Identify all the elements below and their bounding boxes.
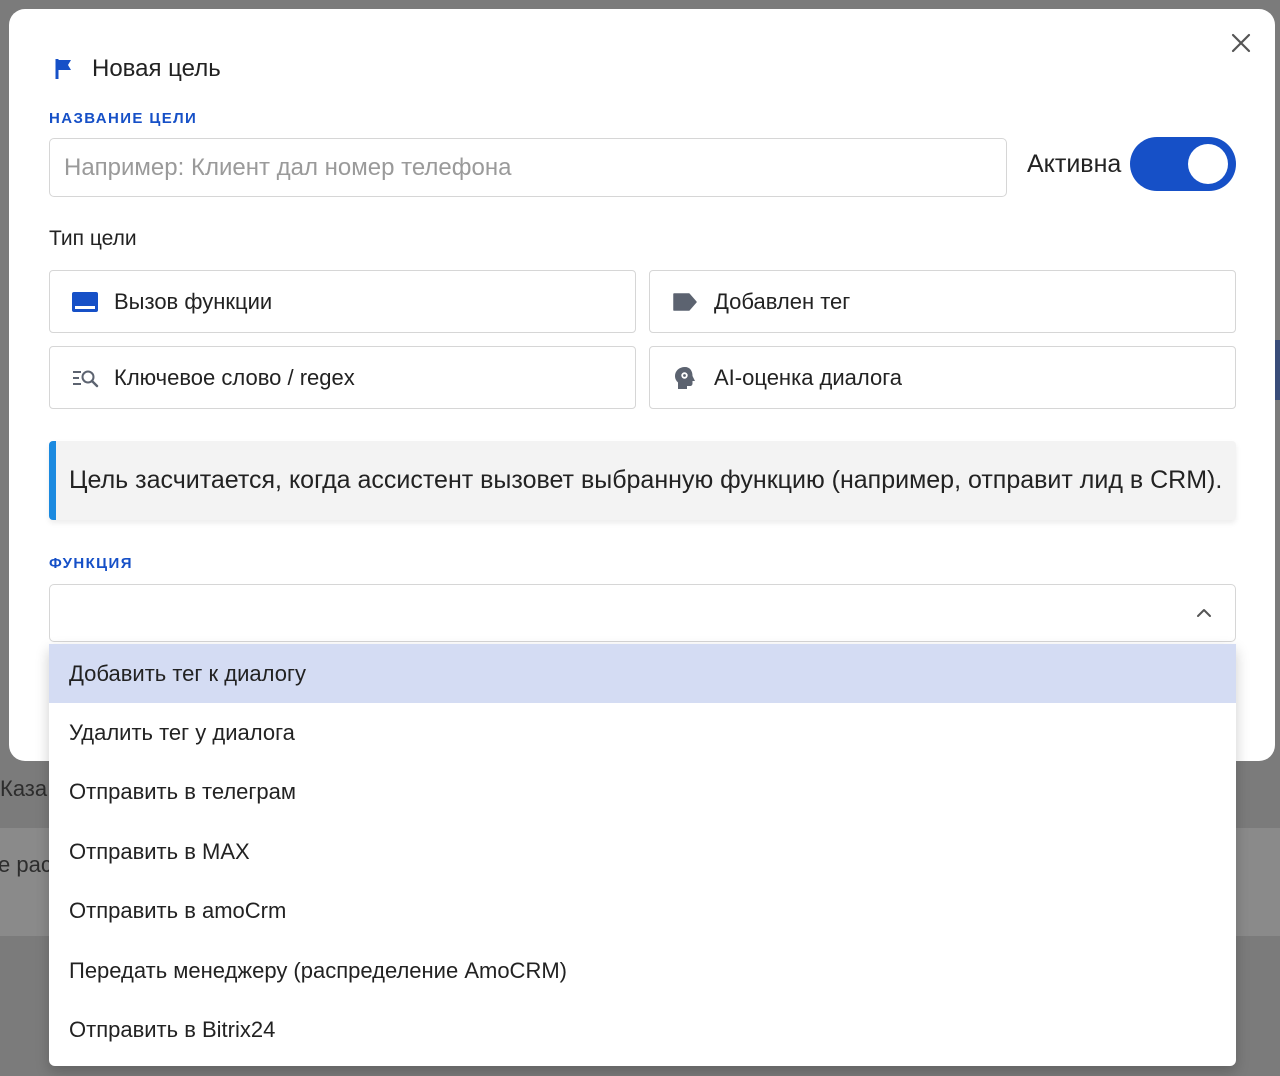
goal-type-label-text: Вызов функции [114, 288, 273, 314]
active-label: Активна [1027, 149, 1122, 178]
background-text-fragment: е рас [0, 852, 52, 877]
goal-type-label-text: AI-оценка диалога [714, 364, 902, 390]
function-select[interactable] [49, 584, 1236, 642]
goal-name-label: НАЗВАНИЕ ЦЕЛИ [49, 110, 198, 127]
goal-name-input[interactable] [49, 138, 1007, 197]
keyword-search-icon [70, 363, 100, 393]
tag-icon [670, 287, 700, 317]
background-text-fragment: Каза [0, 776, 48, 801]
goal-type-function-call[interactable]: Вызов функции [49, 270, 636, 333]
function-option[interactable]: Отправить в amoCrm [49, 882, 1236, 941]
function-option[interactable]: Отправить в MAX [49, 822, 1236, 881]
function-window-icon [70, 287, 100, 317]
ai-head-icon [670, 363, 700, 393]
function-option[interactable]: Удалить тег у диалога [49, 703, 1236, 762]
modal-header: Новая цель [52, 55, 221, 83]
info-text: Цель засчитается, когда ассистент вызове… [69, 466, 1223, 494]
goal-type-label-text: Добавлен тег [714, 288, 851, 314]
goal-type-info-alert: Цель засчитается, когда ассистент вызове… [49, 441, 1236, 520]
goal-type-tag-added[interactable]: Добавлен тег [649, 270, 1236, 333]
function-label: ФУНКЦИЯ [49, 555, 133, 572]
function-option[interactable]: Добавить тег к диалогу [49, 644, 1236, 704]
goal-type-label: Тип цели [49, 227, 137, 250]
toggle-knob [1188, 144, 1229, 184]
goal-type-label-text: Ключевое слово / regex [114, 364, 355, 390]
active-toggle[interactable] [1130, 137, 1237, 191]
flag-icon [55, 59, 71, 79]
goal-type-ai-evaluation[interactable]: AI-оценка диалога [649, 346, 1236, 409]
function-option[interactable]: Отправить в телеграм [49, 763, 1236, 822]
active-switch-group: Активна [1027, 137, 1237, 191]
close-icon[interactable] [1229, 31, 1253, 55]
function-option[interactable]: Передать менеджеру (распределение AmoCRM… [49, 941, 1236, 1000]
modal-title: Новая цель [92, 55, 221, 82]
function-options-list: Добавить тег к диалогу Удалить тег у диа… [49, 644, 1236, 1066]
close-button[interactable] [1229, 31, 1253, 55]
function-option[interactable]: Отправить в Bitrix24 [49, 1000, 1236, 1059]
chevron-up-icon[interactable] [1193, 602, 1215, 624]
goal-type-keyword-regex[interactable]: Ключевое слово / regex [49, 346, 636, 409]
